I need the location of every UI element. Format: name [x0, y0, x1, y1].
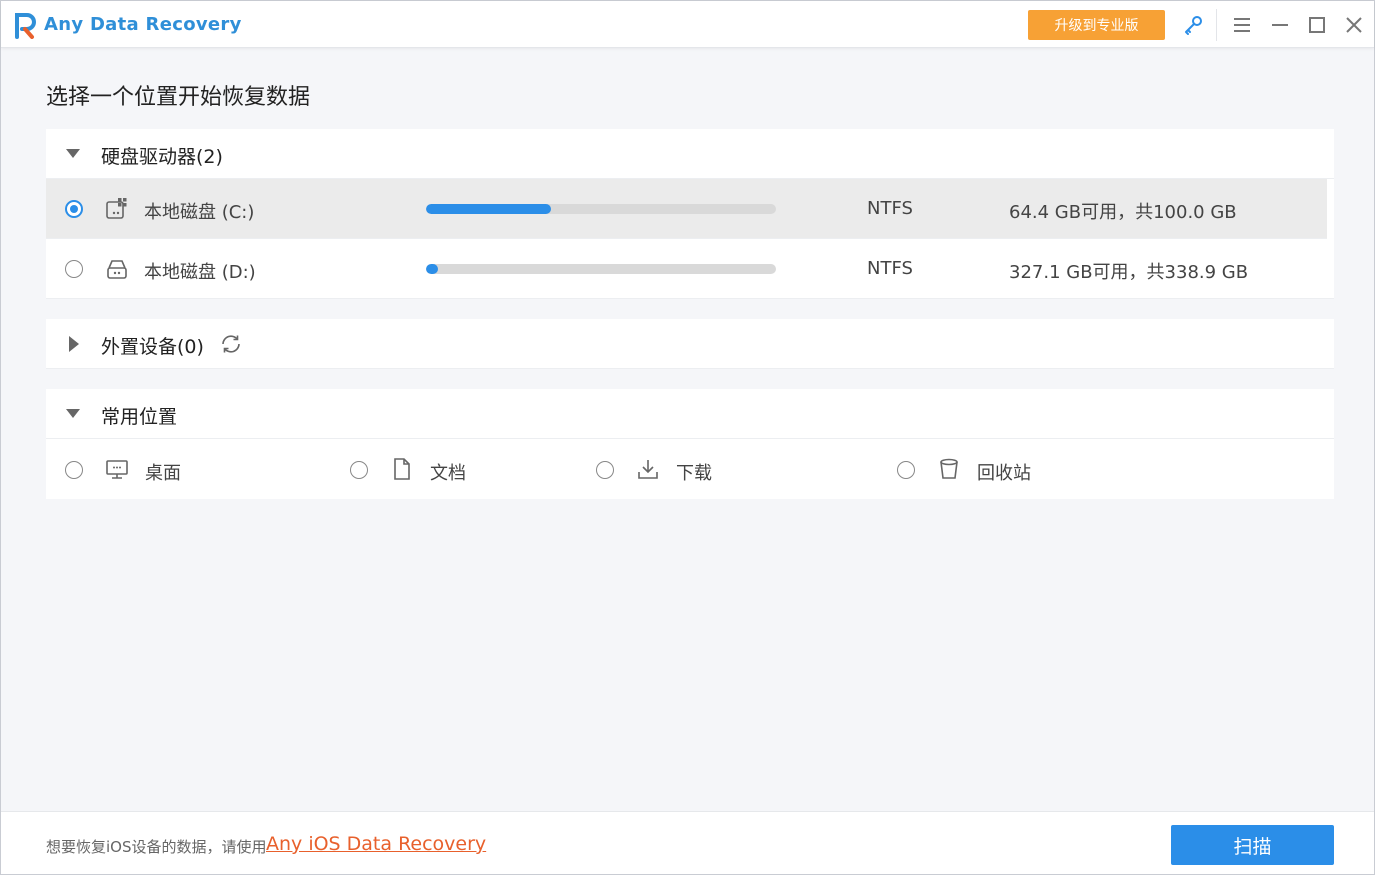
close-icon[interactable]: [1342, 13, 1366, 37]
windows-drive-icon: [106, 198, 127, 219]
drive-d-name: 本地磁盘 (D:): [144, 262, 256, 283]
maximize-icon[interactable]: [1305, 13, 1329, 37]
menu-icon[interactable]: [1230, 13, 1254, 37]
drive-row-d[interactable]: 本地磁盘 (D:) NTFS 327.1 GB可用，共338.9 GB: [46, 239, 1334, 299]
scan-button[interactable]: 扫描: [1171, 825, 1334, 865]
caret-down-icon[interactable]: [66, 408, 80, 420]
drive-c-usage-bar: [426, 204, 776, 214]
drive-c-usage-fill: [426, 204, 551, 214]
minimize-icon[interactable]: [1268, 13, 1292, 37]
app-window: Any Data Recovery 升级到专业版 选择一个位置开始恢复数据 硬盘…: [0, 0, 1375, 875]
document-icon: [394, 458, 410, 480]
drive-d-filesystem: NTFS: [867, 258, 913, 279]
titlebar-separator: [1216, 9, 1217, 41]
footer-text: 想要恢复iOS设备的数据，请使用: [46, 838, 267, 856]
downloads-radio[interactable]: [596, 461, 614, 479]
hard-drives-title: 硬盘驱动器(2): [101, 146, 223, 168]
external-devices-header[interactable]: 外置设备(0): [46, 319, 1334, 369]
desktop-label: 桌面: [145, 463, 181, 484]
common-locations-header[interactable]: 常用位置: [46, 389, 1334, 439]
key-icon[interactable]: [1181, 13, 1205, 37]
desktop-radio[interactable]: [65, 461, 83, 479]
drive-c-space: 64.4 GB可用，共100.0 GB: [1009, 202, 1237, 223]
downloads-label: 下载: [676, 463, 712, 484]
drive-row-c[interactable]: 本地磁盘 (C:) NTFS 64.4 GB可用，共100.0 GB: [46, 179, 1327, 239]
footer: 想要恢复iOS设备的数据，请使用 Any iOS Data Recovery 扫…: [1, 811, 1374, 874]
refresh-icon[interactable]: [219, 332, 243, 356]
hard-drive-icon: [107, 260, 127, 279]
drive-c-name: 本地磁盘 (C:): [144, 202, 255, 223]
page-title: 选择一个位置开始恢复数据: [46, 85, 311, 110]
hard-drives-section: 硬盘驱动器(2) 本地磁盘 (C:) NTFS 64.4 GB可用，共100.0…: [46, 129, 1334, 299]
drive-d-radio[interactable]: [65, 260, 83, 278]
app-title: Any Data Recovery: [44, 14, 242, 35]
caret-down-icon[interactable]: [66, 148, 80, 160]
drive-d-space: 327.1 GB可用，共338.9 GB: [1009, 262, 1249, 283]
desktop-icon: [106, 460, 128, 479]
external-devices-section: 外置设备(0): [46, 319, 1334, 369]
drive-d-usage-fill: [426, 264, 439, 274]
download-icon: [638, 460, 658, 479]
common-locations-section: 常用位置 桌面 文档 下载 回收站: [46, 389, 1334, 499]
hard-drives-header[interactable]: 硬盘驱动器(2): [46, 129, 1334, 179]
drive-c-filesystem: NTFS: [867, 198, 913, 219]
upgrade-button[interactable]: 升级到专业版: [1028, 10, 1165, 40]
title-bar: Any Data Recovery 升级到专业版: [1, 1, 1374, 48]
external-devices-title: 外置设备(0): [101, 336, 204, 358]
caret-right-icon[interactable]: [68, 336, 80, 352]
ios-recovery-link[interactable]: Any iOS Data Recovery: [266, 833, 486, 855]
recycle-bin-label: 回收站: [977, 463, 1031, 484]
drive-d-usage-bar: [426, 264, 776, 274]
documents-radio[interactable]: [350, 461, 368, 479]
recycle-bin-radio[interactable]: [897, 461, 915, 479]
documents-label: 文档: [430, 463, 466, 484]
drive-c-radio[interactable]: [65, 200, 83, 218]
common-locations-title: 常用位置: [101, 406, 178, 428]
recycle-bin-icon: [940, 458, 958, 479]
common-locations-row: 桌面 文档 下载 回收站: [46, 439, 1334, 499]
app-logo-icon: [15, 13, 36, 39]
